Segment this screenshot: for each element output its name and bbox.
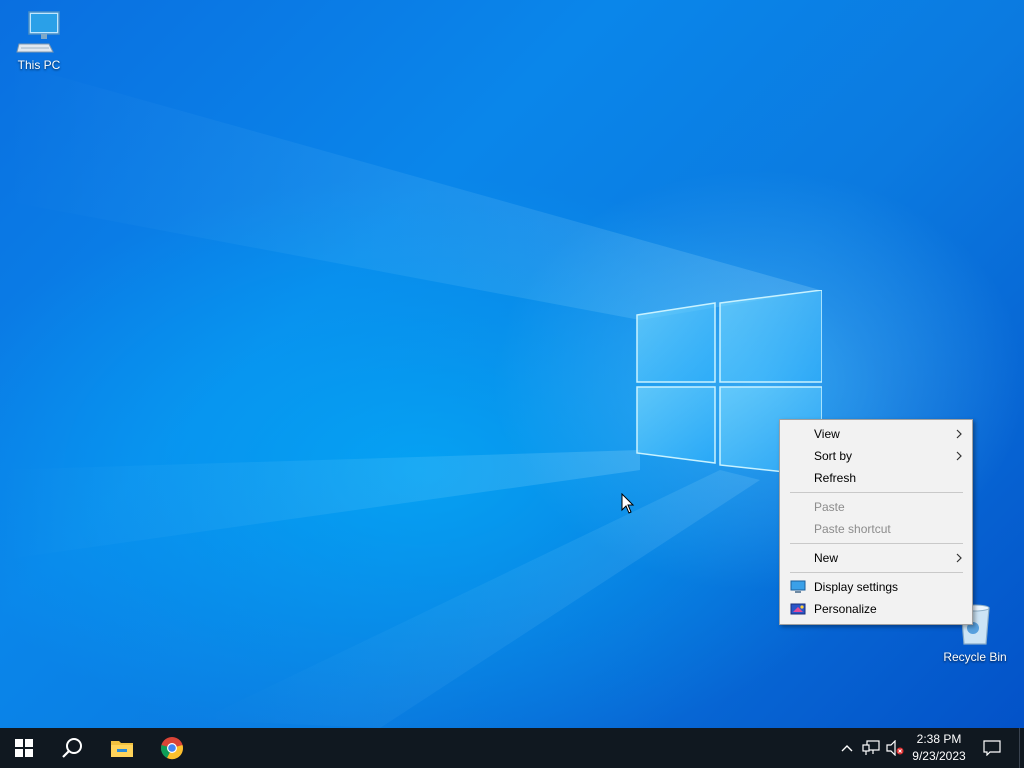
clock-date: 9/23/2023: [912, 749, 966, 763]
taskbar: 2:38 PM 9/23/2023: [0, 728, 1024, 768]
show-hidden-icons-button[interactable]: [838, 728, 856, 768]
menu-item-sort-by[interactable]: Sort by: [780, 445, 972, 467]
menu-item-label: View: [814, 427, 840, 441]
network-tray-button[interactable]: [860, 728, 882, 768]
chrome-icon: [161, 737, 183, 760]
chevron-right-icon: [956, 553, 962, 563]
desktop-icon-label: This PC: [17, 58, 61, 72]
menu-separator: [790, 543, 963, 544]
notification-icon: [983, 740, 1001, 756]
menu-item-display-settings[interactable]: Display settings: [780, 576, 972, 598]
chevron-right-icon: [956, 451, 962, 461]
network-icon: [862, 740, 880, 755]
menu-item-label: New: [814, 551, 839, 565]
volume-muted-icon: [886, 740, 904, 756]
start-icon: [15, 739, 33, 757]
search-icon: [62, 738, 82, 758]
personalize-icon: [790, 603, 806, 615]
taskbar-chrome[interactable]: [148, 728, 196, 768]
menu-item-refresh[interactable]: Refresh: [780, 467, 972, 489]
menu-item-label: Personalize: [814, 602, 877, 616]
menu-separator: [790, 492, 963, 493]
computer-icon: [16, 11, 60, 53]
menu-item-label: Paste shortcut: [814, 522, 891, 536]
menu-item-label: Sort by: [814, 449, 853, 463]
taskbar-clock[interactable]: 2:38 PM 9/23/2023: [904, 728, 974, 768]
display-settings-icon: [790, 580, 806, 593]
action-center-button[interactable]: [978, 728, 1006, 768]
menu-item-label: Display settings: [814, 580, 899, 594]
chevron-right-icon: [956, 429, 962, 439]
menu-item-personalize[interactable]: Personalize: [780, 598, 972, 620]
desktop-icon-this-pc[interactable]: This PC: [1, 8, 77, 72]
clock-time: 2:38 PM: [916, 732, 962, 746]
show-desktop-button[interactable]: [1019, 728, 1024, 768]
menu-item-label: Paste: [814, 500, 845, 514]
mouse-cursor: [621, 493, 635, 514]
start-button[interactable]: [0, 728, 48, 768]
chevron-up-icon: [841, 745, 853, 752]
menu-item-paste: Paste: [780, 496, 972, 518]
search-button[interactable]: [48, 728, 96, 768]
file-explorer-icon: [111, 741, 133, 757]
menu-item-label: Refresh: [814, 471, 857, 485]
menu-item-paste-shortcut: Paste shortcut: [780, 518, 972, 540]
desktop-icon-label: Recycle Bin: [943, 650, 1007, 664]
menu-item-new[interactable]: New: [780, 547, 972, 569]
volume-tray-button[interactable]: [884, 728, 906, 768]
menu-separator: [790, 572, 963, 573]
menu-item-view[interactable]: View: [780, 423, 972, 445]
taskbar-file-explorer[interactable]: [98, 728, 146, 768]
desktop-context-menu: View Sort by Refresh Paste Paste shortcu…: [779, 419, 973, 625]
